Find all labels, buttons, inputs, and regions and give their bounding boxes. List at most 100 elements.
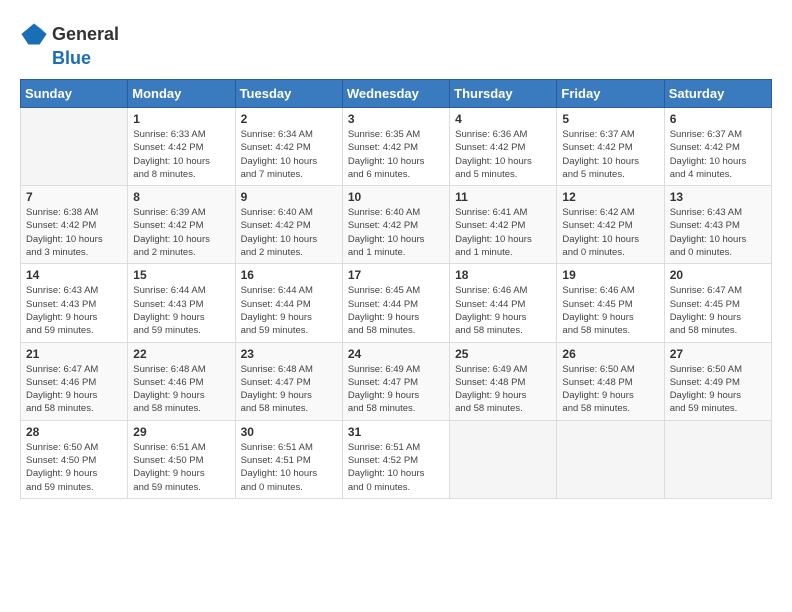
day-info: Sunrise: 6:37 AM Sunset: 4:42 PM Dayligh… <box>562 128 658 181</box>
day-number: 8 <box>133 190 229 204</box>
calendar-day-cell: 11 Sunrise: 6:41 AM Sunset: 4:42 PM Dayli… <box>450 186 557 264</box>
calendar-day-cell: 18 Sunrise: 6:46 AM Sunset: 4:44 PM Dayli… <box>450 264 557 342</box>
calendar-header-row: SundayMondayTuesdayWednesdayThursdayFrid… <box>21 80 772 108</box>
day-number: 3 <box>348 112 444 126</box>
day-info: Sunrise: 6:48 AM Sunset: 4:47 PM Dayligh… <box>241 363 337 416</box>
day-number: 18 <box>455 268 551 282</box>
calendar-day-cell: 19 Sunrise: 6:46 AM Sunset: 4:45 PM Dayli… <box>557 264 664 342</box>
day-info: Sunrise: 6:35 AM Sunset: 4:42 PM Dayligh… <box>348 128 444 181</box>
day-number: 5 <box>562 112 658 126</box>
calendar-day-header: Friday <box>557 80 664 108</box>
day-info: Sunrise: 6:33 AM Sunset: 4:42 PM Dayligh… <box>133 128 229 181</box>
day-number: 26 <box>562 347 658 361</box>
day-number: 17 <box>348 268 444 282</box>
calendar-day-cell <box>557 420 664 498</box>
day-number: 4 <box>455 112 551 126</box>
day-number: 29 <box>133 425 229 439</box>
day-info: Sunrise: 6:44 AM Sunset: 4:43 PM Dayligh… <box>133 284 229 337</box>
day-number: 24 <box>348 347 444 361</box>
day-info: Sunrise: 6:46 AM Sunset: 4:45 PM Dayligh… <box>562 284 658 337</box>
calendar-day-cell: 9Sunrise: 6:40 AM Sunset: 4:42 PM Daylig… <box>235 186 342 264</box>
day-info: Sunrise: 6:49 AM Sunset: 4:47 PM Dayligh… <box>348 363 444 416</box>
calendar-day-cell <box>450 420 557 498</box>
day-number: 30 <box>241 425 337 439</box>
day-number: 14 <box>26 268 122 282</box>
calendar-day-header: Wednesday <box>342 80 449 108</box>
day-number: 27 <box>670 347 766 361</box>
calendar-day-cell: 10Sunrise: 6:40 AM Sunset: 4:42 PM Dayli… <box>342 186 449 264</box>
day-info: Sunrise: 6:46 AM Sunset: 4:44 PM Dayligh… <box>455 284 551 337</box>
calendar-day-header: Saturday <box>664 80 771 108</box>
calendar-day-header: Monday <box>128 80 235 108</box>
day-info: Sunrise: 6:49 AM Sunset: 4:48 PM Dayligh… <box>455 363 551 416</box>
calendar-day-cell: 4 Sunrise: 6:36 AM Sunset: 4:42 PM Daylig… <box>450 108 557 186</box>
calendar-day-cell: 6 Sunrise: 6:37 AM Sunset: 4:42 PM Daylig… <box>664 108 771 186</box>
day-number: 28 <box>26 425 122 439</box>
day-number: 31 <box>348 425 444 439</box>
day-number: 12 <box>562 190 658 204</box>
calendar-day-cell: 24 Sunrise: 6:49 AM Sunset: 4:47 PM Dayli… <box>342 342 449 420</box>
day-number: 19 <box>562 268 658 282</box>
calendar-day-cell: 15 Sunrise: 6:44 AM Sunset: 4:43 PM Dayli… <box>128 264 235 342</box>
day-info: Sunrise: 6:48 AM Sunset: 4:46 PM Dayligh… <box>133 363 229 416</box>
day-info: Sunrise: 6:50 AM Sunset: 4:50 PM Dayligh… <box>26 441 122 494</box>
day-number: 10 <box>348 190 444 204</box>
day-info: Sunrise: 6:47 AM Sunset: 4:46 PM Dayligh… <box>26 363 122 416</box>
day-number: 22 <box>133 347 229 361</box>
day-number: 6 <box>670 112 766 126</box>
calendar-day-cell: 13 Sunrise: 6:43 AM Sunset: 4:43 PM Dayli… <box>664 186 771 264</box>
calendar-day-cell: 5 Sunrise: 6:37 AM Sunset: 4:42 PM Daylig… <box>557 108 664 186</box>
day-info: Sunrise: 6:42 AM Sunset: 4:42 PM Dayligh… <box>562 206 658 259</box>
calendar-day-cell: 3 Sunrise: 6:35 AM Sunset: 4:42 PM Daylig… <box>342 108 449 186</box>
day-number: 2 <box>241 112 337 126</box>
calendar-day-cell: 23Sunrise: 6:48 AM Sunset: 4:47 PM Dayli… <box>235 342 342 420</box>
day-number: 11 <box>455 190 551 204</box>
day-number: 21 <box>26 347 122 361</box>
calendar-week-row: 7Sunrise: 6:38 AM Sunset: 4:42 PM Daylig… <box>21 186 772 264</box>
calendar-day-cell: 16 Sunrise: 6:44 AM Sunset: 4:44 PM Dayli… <box>235 264 342 342</box>
calendar-day-cell: 22 Sunrise: 6:48 AM Sunset: 4:46 PM Dayli… <box>128 342 235 420</box>
day-number: 7 <box>26 190 122 204</box>
day-info: Sunrise: 6:45 AM Sunset: 4:44 PM Dayligh… <box>348 284 444 337</box>
calendar-table: SundayMondayTuesdayWednesdayThursdayFrid… <box>20 79 772 499</box>
day-info: Sunrise: 6:50 AM Sunset: 4:48 PM Dayligh… <box>562 363 658 416</box>
day-info: Sunrise: 6:34 AM Sunset: 4:42 PM Dayligh… <box>241 128 337 181</box>
day-number: 25 <box>455 347 551 361</box>
calendar-week-row: 1 Sunrise: 6:33 AM Sunset: 4:42 PM Daylig… <box>21 108 772 186</box>
day-number: 1 <box>133 112 229 126</box>
calendar-day-cell: 26 Sunrise: 6:50 AM Sunset: 4:48 PM Dayli… <box>557 342 664 420</box>
calendar-day-cell: 29Sunrise: 6:51 AM Sunset: 4:50 PM Dayli… <box>128 420 235 498</box>
calendar-day-cell <box>664 420 771 498</box>
calendar-day-cell: 31 Sunrise: 6:51 AM Sunset: 4:52 PM Dayli… <box>342 420 449 498</box>
day-info: Sunrise: 6:41 AM Sunset: 4:42 PM Dayligh… <box>455 206 551 259</box>
logo: General Blue <box>20 20 119 69</box>
calendar-day-cell: 17 Sunrise: 6:45 AM Sunset: 4:44 PM Dayli… <box>342 264 449 342</box>
day-number: 13 <box>670 190 766 204</box>
calendar-day-cell: 20 Sunrise: 6:47 AM Sunset: 4:45 PM Dayli… <box>664 264 771 342</box>
calendar-week-row: 21 Sunrise: 6:47 AM Sunset: 4:46 PM Dayli… <box>21 342 772 420</box>
calendar-day-cell: 12 Sunrise: 6:42 AM Sunset: 4:42 PM Dayli… <box>557 186 664 264</box>
day-info: Sunrise: 6:43 AM Sunset: 4:43 PM Dayligh… <box>670 206 766 259</box>
day-number: 20 <box>670 268 766 282</box>
calendar-day-cell: 25 Sunrise: 6:49 AM Sunset: 4:48 PM Dayli… <box>450 342 557 420</box>
calendar-day-cell: 21 Sunrise: 6:47 AM Sunset: 4:46 PM Dayli… <box>21 342 128 420</box>
day-info: Sunrise: 6:39 AM Sunset: 4:42 PM Dayligh… <box>133 206 229 259</box>
calendar-week-row: 28 Sunrise: 6:50 AM Sunset: 4:50 PM Dayli… <box>21 420 772 498</box>
day-info: Sunrise: 6:37 AM Sunset: 4:42 PM Dayligh… <box>670 128 766 181</box>
calendar-day-header: Tuesday <box>235 80 342 108</box>
calendar-week-row: 14Sunrise: 6:43 AM Sunset: 4:43 PM Dayli… <box>21 264 772 342</box>
day-info: Sunrise: 6:47 AM Sunset: 4:45 PM Dayligh… <box>670 284 766 337</box>
day-info: Sunrise: 6:36 AM Sunset: 4:42 PM Dayligh… <box>455 128 551 181</box>
day-number: 15 <box>133 268 229 282</box>
calendar-day-cell: 7Sunrise: 6:38 AM Sunset: 4:42 PM Daylig… <box>21 186 128 264</box>
calendar-day-cell: 1 Sunrise: 6:33 AM Sunset: 4:42 PM Daylig… <box>128 108 235 186</box>
calendar-day-cell: 30 Sunrise: 6:51 AM Sunset: 4:51 PM Dayli… <box>235 420 342 498</box>
day-info: Sunrise: 6:40 AM Sunset: 4:42 PM Dayligh… <box>241 206 337 259</box>
calendar-day-cell <box>21 108 128 186</box>
day-info: Sunrise: 6:51 AM Sunset: 4:52 PM Dayligh… <box>348 441 444 494</box>
day-info: Sunrise: 6:51 AM Sunset: 4:51 PM Dayligh… <box>241 441 337 494</box>
logo-general-text: General <box>52 24 119 45</box>
day-info: Sunrise: 6:44 AM Sunset: 4:44 PM Dayligh… <box>241 284 337 337</box>
day-number: 16 <box>241 268 337 282</box>
calendar-day-cell: 14Sunrise: 6:43 AM Sunset: 4:43 PM Dayli… <box>21 264 128 342</box>
